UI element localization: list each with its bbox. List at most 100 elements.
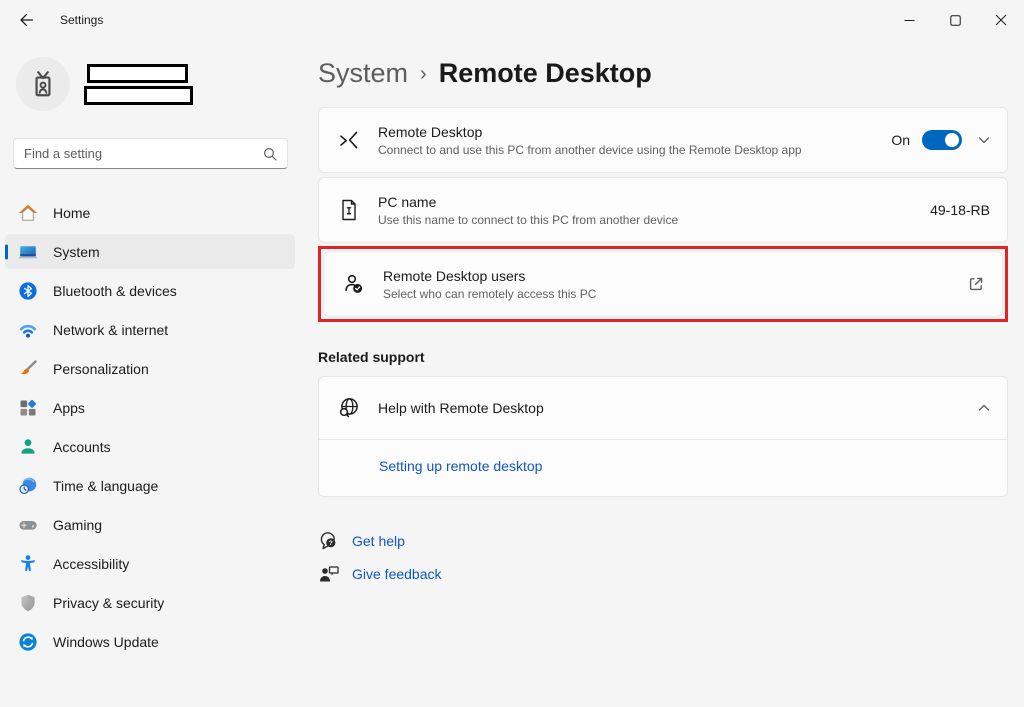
brush-icon	[18, 359, 38, 379]
get-help-row[interactable]: ? Get help	[318, 530, 1008, 552]
external-link-icon[interactable]	[967, 275, 985, 293]
remote-desktop-users-title: Remote Desktop users	[383, 268, 967, 284]
remote-desktop-title: Remote Desktop	[378, 124, 891, 140]
pc-name-description: Use this name to connect to this PC from…	[378, 213, 930, 227]
give-feedback-icon	[318, 563, 340, 585]
sidebar-item-label: Apps	[53, 400, 85, 416]
toggle-state-label: On	[891, 132, 910, 148]
titlebar: Settings	[0, 0, 1024, 40]
sidebar-item-bluetooth-devices[interactable]: Bluetooth & devices	[5, 273, 295, 308]
sidebar-item-label: Accounts	[53, 439, 111, 455]
sidebar: Home System Bluetooth & devices	[0, 40, 300, 707]
get-help-link[interactable]: Get help	[352, 533, 405, 549]
redaction-bar	[87, 64, 188, 83]
pc-name-value: 49-18-RB	[930, 202, 990, 218]
sidebar-item-label: Gaming	[53, 517, 102, 533]
minimize-icon	[904, 15, 915, 26]
chevron-up-icon	[978, 402, 990, 414]
sidebar-item-privacy-security[interactable]: Privacy & security	[5, 585, 295, 620]
remote-desktop-toggle[interactable]	[922, 130, 962, 150]
pc-name-card: PC name Use this name to connect to this…	[318, 177, 1008, 243]
pc-name-document-icon	[336, 197, 362, 223]
sidebar-item-accessibility[interactable]: Accessibility	[5, 546, 295, 581]
svg-text:?: ?	[329, 540, 333, 547]
sidebar-item-label: Accessibility	[53, 556, 129, 572]
sidebar-item-time-language[interactable]: Time & language	[5, 468, 295, 503]
remote-desktop-users-text: Remote Desktop users Select who can remo…	[383, 268, 967, 301]
remote-desktop-description: Connect to and use this PC from another …	[378, 143, 891, 157]
close-button[interactable]	[978, 0, 1024, 40]
give-feedback-link[interactable]: Give feedback	[352, 566, 442, 582]
account-section[interactable]	[16, 54, 288, 114]
system-icon	[18, 242, 38, 262]
search-box[interactable]	[13, 138, 288, 169]
give-feedback-row[interactable]: Give feedback	[318, 563, 1008, 585]
window-title: Settings	[60, 13, 103, 27]
red-highlight-annotation: Remote Desktop users Select who can remo…	[318, 246, 1008, 322]
sidebar-item-personalization[interactable]: Personalization	[5, 351, 295, 386]
sidebar-item-label: Time & language	[53, 478, 158, 494]
sidebar-item-label: System	[53, 244, 100, 260]
gamepad-icon	[18, 515, 38, 535]
remote-desktop-card-text: Remote Desktop Connect to and use this P…	[378, 124, 891, 157]
pc-name-title: PC name	[378, 194, 930, 210]
windows-update-icon	[18, 632, 38, 652]
minimize-button[interactable]	[886, 0, 932, 40]
sidebar-item-windows-update[interactable]: Windows Update	[5, 624, 295, 659]
bluetooth-icon	[18, 281, 38, 301]
sidebar-item-label: Privacy & security	[53, 595, 164, 611]
page-title: Remote Desktop	[439, 58, 652, 89]
sidebar-item-label: Bluetooth & devices	[53, 283, 177, 299]
remote-desktop-users-card[interactable]: Remote Desktop users Select who can remo…	[323, 251, 1003, 317]
main-content: System › Remote Desktop Remote Desktop C…	[300, 40, 1024, 707]
sidebar-item-home[interactable]: Home	[5, 195, 295, 230]
sidebar-item-label: Home	[53, 205, 90, 221]
home-icon	[18, 203, 38, 223]
sidebar-item-apps[interactable]: Apps	[5, 390, 295, 425]
close-icon	[995, 14, 1007, 26]
remote-desktop-connect-icon	[336, 127, 362, 153]
remote-desktop-card[interactable]: Remote Desktop Connect to and use this P…	[318, 107, 1008, 173]
breadcrumb-separator: ›	[420, 60, 427, 86]
help-expander[interactable]: Help with Remote Desktop	[319, 377, 1007, 439]
apps-icon	[18, 398, 38, 418]
redaction-bar	[84, 86, 193, 105]
accounts-icon	[18, 437, 38, 457]
chevron-down-icon	[978, 134, 990, 146]
toggle-thumb	[945, 133, 959, 147]
accessibility-icon	[18, 554, 38, 574]
maximize-icon	[950, 15, 961, 26]
back-button[interactable]	[6, 4, 46, 36]
back-arrow-icon	[18, 12, 34, 28]
sidebar-item-network-internet[interactable]: Network & internet	[5, 312, 295, 347]
globe-search-icon	[336, 395, 362, 421]
sidebar-item-accounts[interactable]: Accounts	[5, 429, 295, 464]
maximize-button[interactable]	[932, 0, 978, 40]
breadcrumb-system[interactable]: System	[318, 58, 408, 89]
get-help-icon: ?	[318, 530, 340, 552]
shield-icon	[18, 593, 38, 613]
help-card: Help with Remote Desktop Setting up remo…	[318, 376, 1008, 497]
remote-desktop-users-description: Select who can remotely access this PC	[383, 287, 967, 301]
sidebar-nav: Home System Bluetooth & devices	[5, 195, 295, 659]
time-language-icon	[18, 476, 38, 496]
avatar	[16, 57, 70, 111]
window-controls	[886, 0, 1024, 40]
sidebar-item-label: Windows Update	[53, 634, 159, 650]
users-check-icon	[341, 271, 367, 297]
setting-up-remote-desktop-link[interactable]: Setting up remote desktop	[379, 458, 542, 474]
breadcrumb: System › Remote Desktop	[318, 54, 1008, 92]
account-name-redacted	[84, 64, 193, 105]
sidebar-item-label: Personalization	[53, 361, 149, 377]
expand-chevron[interactable]	[978, 134, 990, 146]
search-icon	[263, 147, 277, 161]
search-input[interactable]	[24, 146, 263, 161]
sidebar-item-system[interactable]: System	[5, 234, 295, 269]
related-support-heading: Related support	[318, 349, 1008, 365]
pc-name-card-text: PC name Use this name to connect to this…	[378, 194, 930, 227]
sidebar-item-gaming[interactable]: Gaming	[5, 507, 295, 542]
id-badge-icon	[28, 69, 58, 99]
sidebar-item-label: Network & internet	[53, 322, 168, 338]
settings-window: Settings	[0, 0, 1024, 707]
help-item-label: Help with Remote Desktop	[378, 400, 978, 416]
